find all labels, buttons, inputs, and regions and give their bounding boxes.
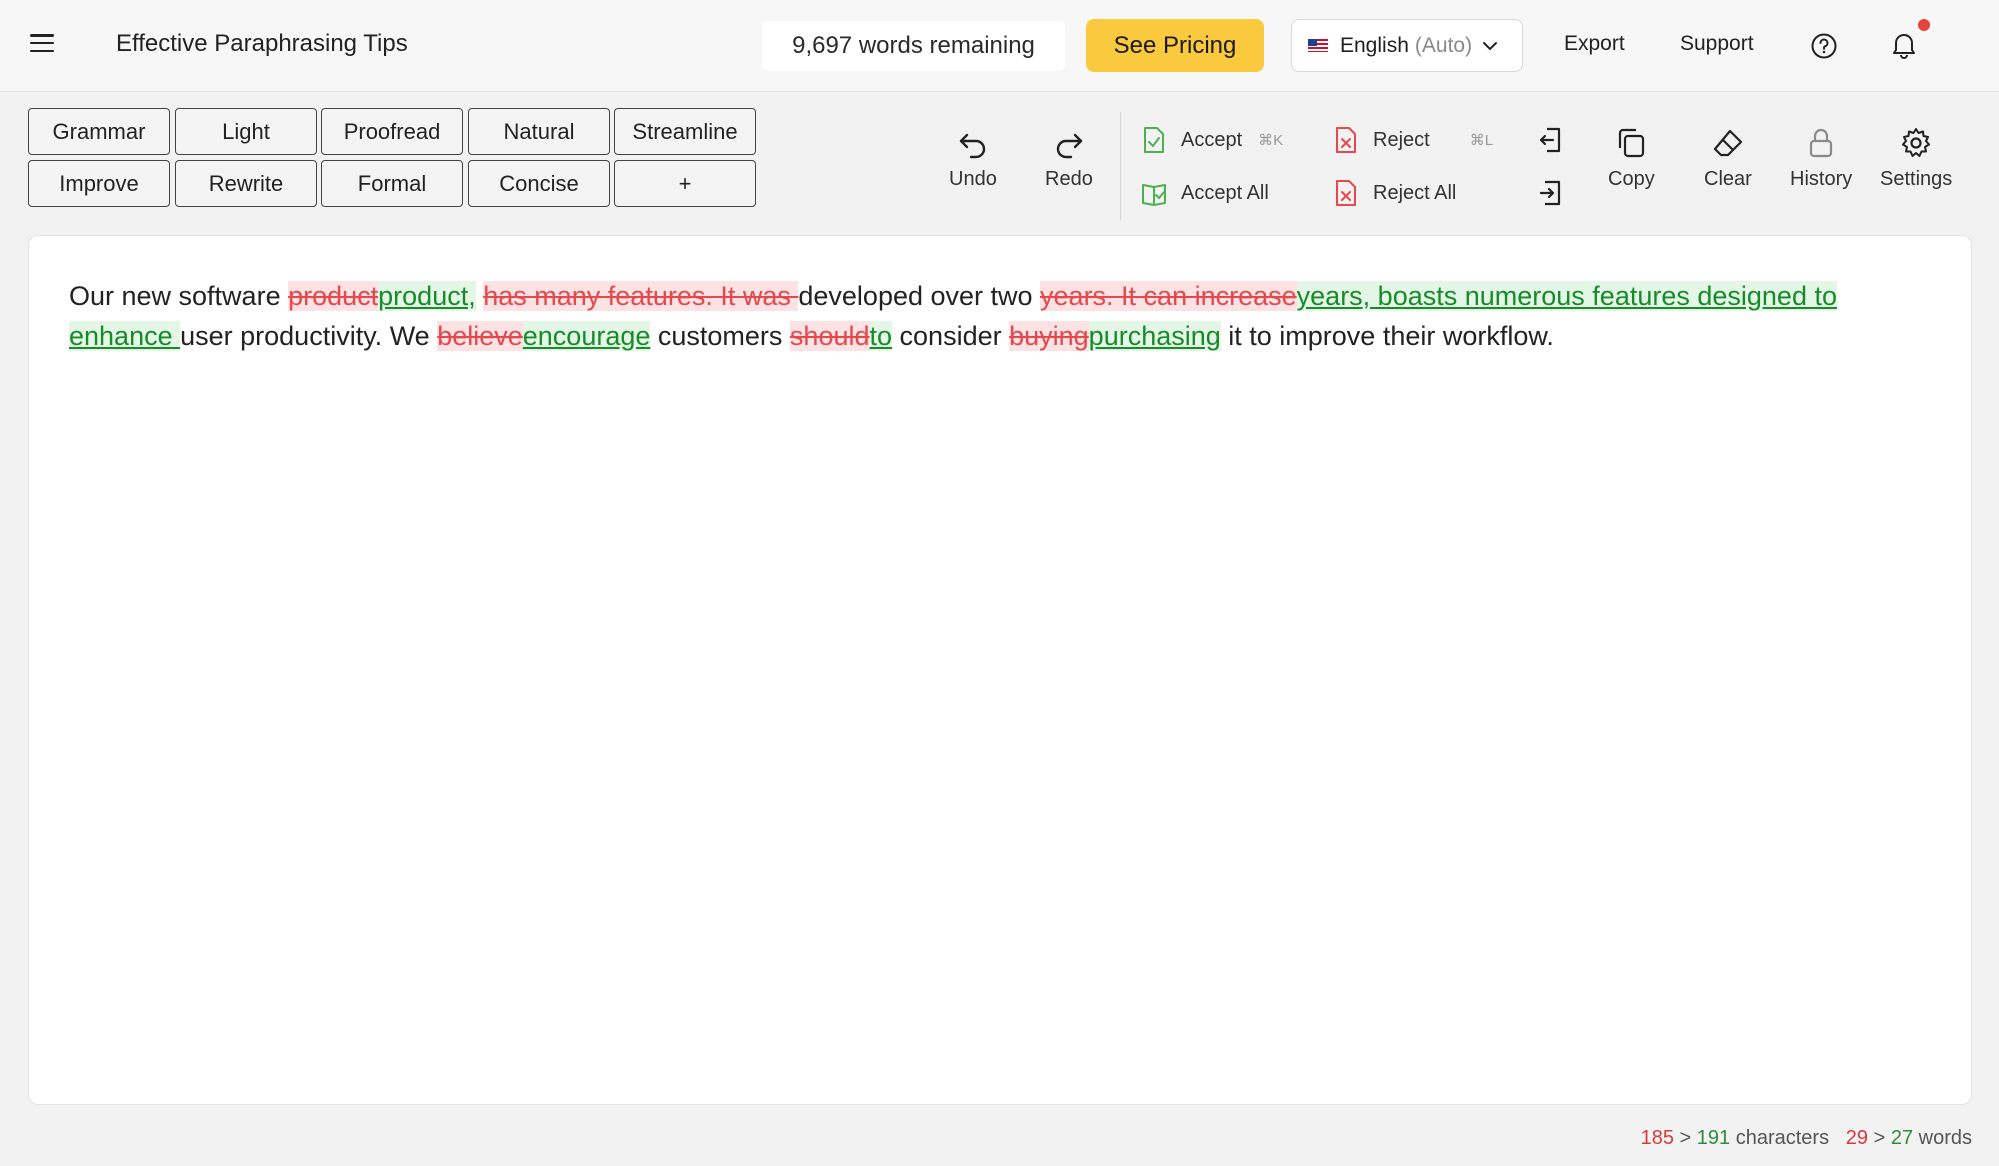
words-before: 29 (1845, 1127, 1869, 1149)
chars-arrow: > (1679, 1127, 1692, 1149)
text-stats: 185 > 191 characters 29 > 27 words (1641, 1127, 1972, 1150)
plain-text: customers (650, 321, 790, 351)
plain-text: developed over two (798, 281, 1041, 311)
reject-label: Reject (1373, 128, 1430, 151)
reject-all-button[interactable]: Reject All (1333, 179, 1456, 207)
editor-panel[interactable]: Our new software productproduct, has man… (28, 235, 1972, 1105)
settings-button[interactable]: Settings (1880, 126, 1952, 191)
lock-icon (1810, 128, 1833, 158)
us-flag-icon (1308, 39, 1328, 52)
accept-all-button[interactable]: Accept All (1141, 179, 1269, 207)
x-document-icon (1336, 127, 1356, 153)
eraser-icon (1713, 129, 1742, 157)
export-link[interactable]: Export (1564, 32, 1625, 56)
chars-after: 191 (1696, 1127, 1731, 1149)
undo-label: Undo (949, 168, 997, 190)
deleted-text[interactable]: product (288, 281, 379, 311)
mode-streamline-button[interactable]: Streamline (614, 108, 756, 155)
top-bar: Effective Paraphrasing Tips 9,697 words … (0, 0, 1999, 92)
copy-icon (1619, 128, 1645, 158)
bell-icon[interactable] (1890, 30, 1918, 60)
plain-text: it to improve their workflow. (1220, 321, 1554, 351)
accept-label: Accept (1181, 128, 1243, 151)
words-label: words (1918, 1127, 1972, 1149)
inserted-text[interactable]: encourage (522, 321, 651, 351)
inserted-text[interactable]: product, (378, 281, 476, 311)
reject-all-label: Reject All (1373, 181, 1457, 204)
language-selector[interactable]: English (Auto) (1291, 19, 1523, 72)
open-book-check-icon (1142, 184, 1166, 206)
accept-button[interactable]: Accept ⌘K (1141, 126, 1283, 154)
copy-label: Copy (1608, 168, 1655, 190)
language-mode: (Auto) (1414, 33, 1473, 57)
undo-icon (959, 133, 986, 159)
mode-proofread-button[interactable]: Proofread (321, 108, 463, 155)
gear-icon (1902, 128, 1931, 157)
chars-label: characters (1735, 1127, 1830, 1149)
reject-shortcut: ⌘L (1469, 132, 1494, 149)
history-label: History (1790, 168, 1853, 190)
mode-formal-button[interactable]: Formal (321, 160, 463, 207)
redo-button[interactable]: Redo (1045, 126, 1093, 191)
editor-text[interactable]: Our new software productproduct, has man… (69, 276, 1939, 356)
inserted-text[interactable]: purchasing (1088, 321, 1221, 351)
plain-text: user productivity. We (180, 321, 438, 351)
check-document-icon (1144, 127, 1164, 153)
deleted-text[interactable]: buying (1009, 321, 1089, 351)
add-mode-button[interactable]: + (614, 160, 756, 207)
import-icon[interactable] (1537, 125, 1567, 155)
deleted-text[interactable]: years. It can increase (1040, 281, 1297, 311)
redo-icon (1056, 133, 1083, 159)
see-pricing-button[interactable]: See Pricing (1086, 19, 1264, 72)
x-document-icon (1336, 180, 1356, 206)
notification-dot (1918, 19, 1930, 31)
help-circle-icon[interactable] (1810, 32, 1838, 60)
toolbar-divider (1120, 112, 1121, 220)
mode-light-button[interactable]: Light (175, 108, 317, 155)
mode-natural-button[interactable]: Natural (468, 108, 610, 155)
clear-label: Clear (1704, 168, 1752, 190)
mode-concise-button[interactable]: Concise (468, 160, 610, 207)
language-label: English (1340, 33, 1409, 57)
undo-button[interactable]: Undo (949, 126, 997, 191)
support-link[interactable]: Support (1680, 32, 1754, 56)
words-remaining-counter: 9,697 words remaining (762, 21, 1065, 71)
mode-improve-button[interactable]: Improve (28, 160, 170, 207)
accept-shortcut: ⌘K (1258, 132, 1284, 149)
document-title[interactable]: Effective Paraphrasing Tips (116, 30, 408, 58)
redo-label: Redo (1045, 168, 1093, 190)
export-icon[interactable] (1537, 178, 1567, 208)
mode-rewrite-button[interactable]: Rewrite (175, 160, 317, 207)
words-arrow: > (1873, 1127, 1886, 1149)
clear-button[interactable]: Clear (1704, 126, 1752, 191)
history-button[interactable]: History (1790, 126, 1852, 191)
deleted-text[interactable]: believe (437, 321, 523, 351)
menu-icon[interactable] (30, 32, 54, 54)
plain-text: Our new software (69, 281, 289, 311)
deleted-text[interactable]: has many features. It was (483, 281, 799, 311)
settings-label: Settings (1880, 168, 1953, 190)
mode-grammar-button[interactable]: Grammar (28, 108, 170, 155)
plain-text: consider (892, 321, 1010, 351)
inserted-text[interactable]: to (869, 321, 893, 351)
words-after: 27 (1890, 1127, 1914, 1149)
chevron-down-icon (1483, 41, 1498, 50)
reject-button[interactable]: Reject ⌘L (1333, 126, 1493, 154)
deleted-text[interactable]: should (789, 321, 870, 351)
accept-all-label: Accept All (1181, 181, 1269, 204)
chars-before: 185 (1640, 1127, 1674, 1149)
copy-button[interactable]: Copy (1608, 126, 1655, 191)
